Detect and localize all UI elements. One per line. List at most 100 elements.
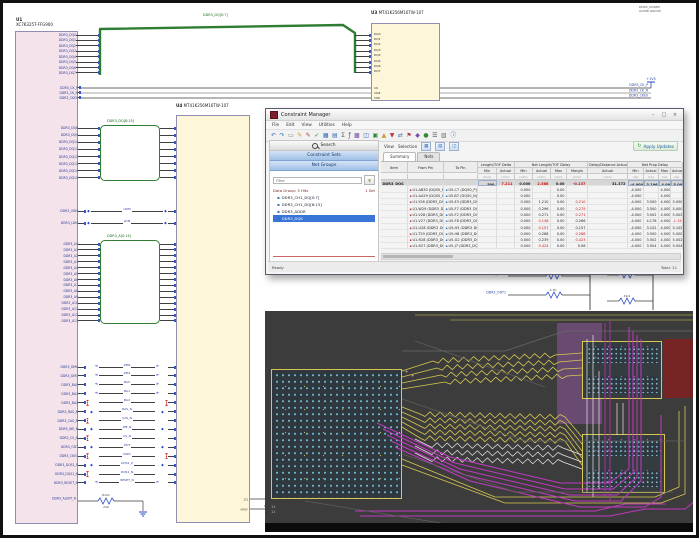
- grid-view-icon[interactable]: ▦: [421, 141, 432, 151]
- title-bar[interactable]: Constraint Manager – □ ×: [266, 109, 683, 121]
- filter-icon[interactable]: ▩: [354, 132, 360, 139]
- pcb-trace: [401, 373, 583, 390]
- scrollbar-thumb[interactable]: [382, 254, 453, 258]
- constraint-manager-window[interactable]: Constraint Manager – □ × File Edit View Uti…: [265, 108, 684, 275]
- raise-icon[interactable]: ▲: [382, 132, 387, 139]
- menu-item[interactable]: Help: [342, 123, 352, 128]
- wire-label: DQS1_N: [120, 469, 134, 474]
- table-cell[interactable]: [381, 242, 408, 250]
- horizontal-scrollbar[interactable]: [381, 253, 681, 260]
- view-toolbar: View Selection ▦ ▤ ◫ ↻ Apply Updates: [381, 140, 681, 152]
- net-label: DDR3_DQ9: [60, 133, 78, 138]
- wire-label: DQS1_P: [121, 460, 133, 465]
- filter-input[interactable]: [273, 176, 362, 184]
- split-view-icon[interactable]: ◫: [449, 141, 460, 151]
- tree-item[interactable]: DDR3_ADDR: [273, 208, 375, 215]
- status-icon[interactable]: ●: [423, 132, 428, 139]
- list-view-icon[interactable]: ▤: [435, 141, 446, 151]
- table-cell[interactable]: 0.00: [551, 242, 567, 250]
- table-cell[interactable]: 5.004: [671, 242, 683, 250]
- table-cell[interactable]: [588, 242, 628, 250]
- nav-item-net-groups[interactable]: Net Groups: [270, 161, 378, 171]
- maximize-button[interactable]: □: [660, 112, 668, 118]
- wire-label: RESET_N: [120, 478, 134, 483]
- nav-item-constraint-sets[interactable]: Constraint Sets: [270, 151, 378, 161]
- markup-icon[interactable]: ✎: [306, 132, 311, 139]
- select-icon[interactable]: ▭: [288, 132, 294, 139]
- table-cell[interactable]: 0.06: [567, 242, 588, 250]
- info-icon[interactable]: ⓘ: [450, 132, 456, 139]
- power-symbol: +1V5: [646, 77, 656, 88]
- tab[interactable]: Nets: [417, 152, 441, 161]
- tab[interactable]: Summary: [383, 152, 417, 161]
- table-cell[interactable]: 4.000: [659, 242, 671, 250]
- u3-clk-pin-names: CK CK# CKE: [374, 85, 381, 100]
- table-cell[interactable]: 0.424: [533, 242, 551, 250]
- list-icon[interactable]: ☰: [432, 132, 437, 139]
- edit-icon[interactable]: ✎: [297, 132, 302, 139]
- tree-item[interactable]: DDR3_CH1_DQ[8:15]: [273, 201, 375, 208]
- column-header[interactable]: To Pin: [444, 162, 478, 173]
- table-cell[interactable]: -4.000: [628, 242, 644, 250]
- bus2-label: DDR3_A[0:14]: [107, 234, 132, 238]
- table-cell[interactable]: U1-R27 (DDR3_DQ7): [408, 242, 444, 250]
- columns-icon[interactable]: ◫: [363, 132, 369, 139]
- column-header[interactable]: Item: [381, 162, 408, 173]
- termination-rows: DDR3_DM0 DM0 DDR3_DM1 DM1 DDR3_BA0 BA0 D…: [43, 363, 177, 485]
- sum-icon[interactable]: Σ: [341, 132, 345, 139]
- swap-icon[interactable]: ⇄: [398, 132, 403, 139]
- minimize-button[interactable]: –: [649, 112, 657, 118]
- net-label: DDR3_DQS1_P: [55, 463, 78, 468]
- menu-item[interactable]: View: [302, 123, 312, 128]
- net-label: DDR3_DQ10: [58, 140, 78, 145]
- tree-item[interactable]: DDR3_DQS: [273, 215, 375, 222]
- table-cell[interactable]: 0.000: [515, 242, 533, 250]
- net-label: DDR3_CAS_N: [57, 418, 78, 423]
- redo-icon[interactable]: ↷: [280, 132, 285, 139]
- series-resistor-icon: [86, 471, 89, 478]
- menu-item[interactable]: Utilities: [319, 123, 335, 128]
- net-label: DDR3_BA1: [61, 391, 78, 396]
- svg-text:+1V5: +1V5: [646, 77, 655, 81]
- wire-label: CS_N: [123, 433, 131, 438]
- hatch-icon[interactable]: ▧: [441, 132, 447, 139]
- tree-item[interactable]: DDR3_CH1_DQ[0:7]: [273, 194, 375, 201]
- layer-indicator: 13 11: [271, 505, 276, 514]
- window-title: Constraint Manager: [281, 111, 331, 118]
- clock-nets: [81, 87, 651, 99]
- apply-updates-button[interactable]: ↻ Apply Updates: [633, 141, 678, 151]
- filter-apply-button[interactable]: ▼: [364, 175, 375, 185]
- column-header[interactable]: From Pin: [408, 162, 444, 173]
- table-row[interactable]: U1-R27 (DDR3_DQ7)U5-J7 (DDR3_DQ7)0.0000.…: [381, 242, 683, 250]
- search-header[interactable]: Search: [270, 141, 378, 151]
- flag-icon[interactable]: ⚑: [406, 132, 411, 139]
- u1-refdes: U1 XC7K325T-FFG900: [16, 17, 53, 27]
- table-cell[interactable]: U5-J7 (DDR3_DQ7): [444, 242, 478, 250]
- levels-icon[interactable]: ◆: [415, 132, 420, 139]
- table-cell[interactable]: [478, 242, 497, 250]
- lower-icon[interactable]: ▼: [390, 132, 395, 139]
- net-label: DDR3_ODT: [60, 445, 78, 450]
- net-label: DDR3_BA2: [61, 400, 78, 405]
- formula-icon[interactable]: ƒ: [348, 132, 350, 139]
- table-cell[interactable]: [497, 242, 515, 250]
- u3-stub-pins: [355, 33, 371, 75]
- u4-symbol[interactable]: [176, 115, 250, 523]
- table-cell[interactable]: 3.504: [644, 242, 659, 250]
- wire-label: ODT: [123, 442, 131, 447]
- rows-icon[interactable]: ▤: [332, 132, 338, 139]
- net-label: DDR3_DM0: [60, 365, 78, 369]
- pcb-layout-view[interactable]: 13 11 + +: [265, 311, 693, 532]
- net-label: DDR3_DQ0: [58, 33, 76, 37]
- apply-icon[interactable]: ▣: [372, 132, 378, 139]
- undo-icon[interactable]: ↶: [271, 132, 276, 139]
- table-icon[interactable]: ▦: [323, 132, 329, 139]
- wire-label: CKE1: [123, 451, 131, 456]
- menu-item[interactable]: File: [272, 123, 279, 128]
- menu-item[interactable]: Edit: [286, 123, 294, 128]
- net-label: DDR3_A1: [63, 247, 78, 252]
- wire-label: LDM: [123, 218, 131, 223]
- verify-icon[interactable]: ✓: [314, 132, 319, 139]
- close-button[interactable]: ×: [671, 112, 679, 118]
- table-body: DDR3_DQS 500 7.211 0.000 2.586 0.00 -0.137 31.3…: [381, 180, 683, 250]
